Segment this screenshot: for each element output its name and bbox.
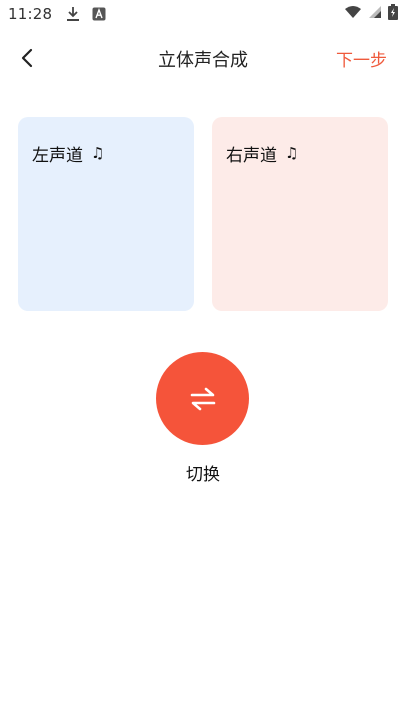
app-bar: 立体声合成 下一步	[0, 36, 406, 80]
screen: 11:28 立体声合成 下一步 左声道 ♫ 右声道 ♫ 切换	[0, 0, 406, 722]
status-time: 11:28	[8, 5, 53, 23]
left-channel-card[interactable]: 左声道 ♫	[18, 117, 194, 311]
right-channel-card[interactable]: 右声道 ♫	[212, 117, 388, 311]
status-bar: 11:28	[0, 0, 406, 28]
wifi-icon	[344, 5, 362, 23]
download-icon	[64, 5, 82, 23]
switch-label: 切换	[186, 465, 220, 485]
right-channel-label: 右声道	[226, 146, 277, 166]
music-note-icon: ♫	[91, 144, 105, 162]
next-step-button[interactable]: 下一步	[336, 46, 387, 71]
app-notification-icon	[90, 5, 108, 23]
switch-button[interactable]	[156, 352, 249, 445]
battery-icon	[388, 4, 398, 24]
left-channel-label: 左声道	[32, 146, 83, 166]
left-channel-title: 左声道 ♫	[32, 141, 194, 167]
status-icons	[344, 4, 398, 24]
right-channel-title: 右声道 ♫	[226, 141, 388, 167]
signal-icon	[368, 5, 382, 23]
music-note-icon: ♫	[285, 144, 299, 162]
swap-arrows-icon	[190, 387, 215, 410]
